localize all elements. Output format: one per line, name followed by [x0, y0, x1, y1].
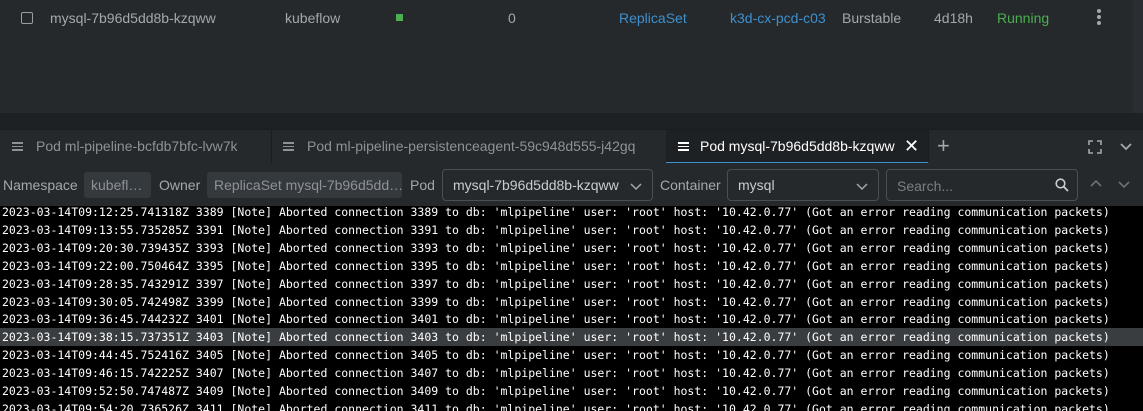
- add-tab-icon[interactable]: +: [937, 134, 950, 158]
- container-label: Container: [660, 177, 721, 193]
- fullscreen-icon[interactable]: [1088, 140, 1102, 154]
- pod-namespace: kubeflow: [285, 10, 341, 26]
- log-line: 2023-03-14T09:30:05.742498Z 3399 [Note] …: [2, 294, 1110, 309]
- log-controls: Namespace kubefl… Owner ReplicaSet mysql…: [0, 163, 1143, 206]
- dock-resize-handle[interactable]: [0, 113, 1143, 129]
- search-input[interactable]: [887, 170, 1059, 202]
- dock-tabs: Pod ml-pipeline-bcfdb7bfc-lvw7k Pod ml-p…: [0, 129, 1143, 164]
- tab-label: Pod ml-pipeline-persistenceagent-59c948d…: [307, 138, 636, 154]
- tab-pod-mysql[interactable]: Pod mysql-7b96d5dd8b-kzqww ✕: [666, 130, 929, 164]
- log-line: 2023-03-14T09:28:35.743291Z 3397 [Note] …: [2, 276, 1110, 291]
- namespace-label: Namespace: [3, 177, 78, 193]
- pod-node-link[interactable]: k3d-cx-pcd-c03: [730, 9, 826, 27]
- logs-icon: [12, 142, 23, 152]
- pod-controlled-by-link[interactable]: ReplicaSet: [619, 9, 687, 27]
- log-search[interactable]: [886, 169, 1078, 202]
- pod-qos: Burstable: [842, 10, 902, 26]
- container-select-value: mysql: [738, 177, 775, 193]
- tab-pod-ml-pipeline-persistenceagent[interactable]: Pod ml-pipeline-persistenceagent-59c948d…: [271, 130, 667, 164]
- log-line: 2023-03-14T09:46:15.742225Z 3407 [Note] …: [2, 366, 1110, 381]
- chevron-down-icon: [630, 183, 642, 191]
- pod-label: Pod: [410, 177, 435, 193]
- chevron-down-icon[interactable]: [1117, 177, 1131, 191]
- logs-icon: [283, 142, 294, 152]
- tab-label: Pod mysql-7b96d5dd8b-kzqww: [700, 138, 895, 154]
- row-checkbox[interactable]: [21, 12, 33, 24]
- log-line: 2023-03-14T09:54:20.736526Z 3411 [Note] …: [2, 401, 1110, 411]
- chevron-down-icon: [856, 183, 868, 191]
- pod-status: Running: [997, 10, 1050, 26]
- pod-select-value: mysql-7b96d5dd8b-kzqww: [453, 177, 619, 193]
- owner-badge: ReplicaSet mysql-7b96d5dd…: [207, 172, 402, 198]
- log-line: 2023-03-14T09:13:55.735285Z 3391 [Note] …: [2, 222, 1110, 237]
- owner-label: Owner: [159, 177, 201, 193]
- tab-pod-ml-pipeline[interactable]: Pod ml-pipeline-bcfdb7bfc-lvw7k: [0, 130, 272, 164]
- chevron-down-icon[interactable]: [1118, 138, 1134, 154]
- namespace-badge: kubefl…: [84, 172, 151, 198]
- table-row[interactable]: mysql-7b96d5dd8b-kzqww kubeflow 0 Replic…: [0, 0, 1143, 36]
- pod-select[interactable]: mysql-7b96d5dd8b-kzqww: [442, 169, 653, 201]
- search-icon[interactable]: [1055, 178, 1069, 192]
- row-menu-icon[interactable]: [1093, 7, 1105, 27]
- pod-age: 4d18h: [934, 10, 973, 26]
- pod-restarts: 0: [508, 10, 516, 26]
- table-scrollbar[interactable]: [1133, 0, 1143, 113]
- log-output[interactable]: 2023-03-14T09:12:25.741318Z 3389 [Note] …: [0, 206, 1143, 411]
- log-line: 2023-03-14T09:38:15.737351Z 3403 [Note] …: [0, 328, 1143, 347]
- chevron-up-icon[interactable]: [1089, 177, 1103, 191]
- pods-table: mysql-7b96d5dd8b-kzqww kubeflow 0 Replic…: [0, 0, 1143, 113]
- log-line: 2023-03-14T09:44:45.752416Z 3405 [Note] …: [2, 348, 1110, 363]
- log-line: 2023-03-14T09:20:30.739435Z 3393 [Note] …: [2, 240, 1110, 255]
- container-select[interactable]: mysql: [727, 169, 879, 201]
- log-line: 2023-03-14T09:12:25.741318Z 3389 [Note] …: [2, 206, 1110, 219]
- logs-icon: [678, 142, 689, 152]
- log-line: 2023-03-14T09:36:45.744232Z 3401 [Note] …: [2, 312, 1110, 327]
- log-line: 2023-03-14T09:52:50.747487Z 3409 [Note] …: [2, 384, 1110, 398]
- pod-name[interactable]: mysql-7b96d5dd8b-kzqww: [50, 9, 216, 27]
- tab-label: Pod ml-pipeline-bcfdb7bfc-lvw7k: [36, 138, 238, 154]
- close-icon[interactable]: ✕: [904, 136, 919, 156]
- container-status-indicator: [396, 14, 403, 21]
- log-line: 2023-03-14T09:22:00.750464Z 3395 [Note] …: [2, 258, 1110, 273]
